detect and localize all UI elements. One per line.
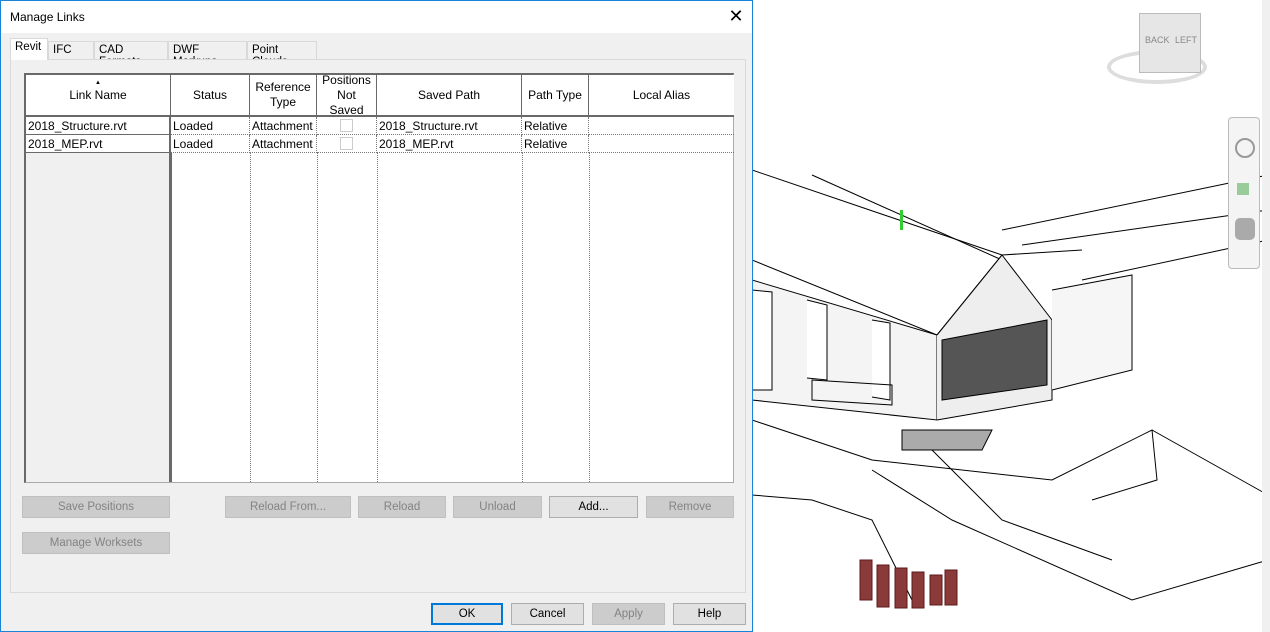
saved-path-cell: 2018_Structure.rvt [377,117,522,135]
status-cell: Loaded [171,135,250,153]
steering-wheel-icon[interactable] [1235,138,1255,158]
zoom-region-icon[interactable] [1237,183,1249,195]
title-bar: Manage Links ✕ [1,1,752,33]
dialog-title: Manage Links [10,10,85,24]
local-alias-cell [589,135,734,153]
viewcube[interactable]: BACK LEFT [1107,5,1217,95]
viewcube-left[interactable]: LEFT [1175,35,1197,45]
col-status[interactable]: Status [171,75,250,117]
remove-button[interactable]: Remove [646,496,734,518]
manage-links-dialog: Manage Links ✕ Revit IFC CAD Formats DWF… [0,0,753,632]
add-button[interactable]: Add... [549,496,638,518]
positions-not-saved-checkbox[interactable] [340,137,353,150]
positions-cell [317,135,377,153]
tab-ifc[interactable]: IFC [48,41,94,59]
col-positions-not-saved[interactable]: Positions Not Saved [317,73,377,117]
orbit-icon[interactable] [1235,218,1255,240]
unload-button[interactable]: Unload [453,496,542,518]
col-local-alias[interactable]: Local Alias [589,75,734,117]
status-cell: Loaded [171,117,250,135]
manage-worksets-button[interactable]: Manage Worksets [22,532,170,554]
reference-type-cell[interactable]: Attachment [250,117,317,135]
col-path-type[interactable]: Path Type [522,75,589,117]
tab-point-clouds[interactable]: Point Clouds [247,41,317,68]
col-link-name[interactable]: ▲ Link Name [26,75,171,117]
path-type-cell[interactable]: Relative [522,117,589,135]
save-positions-button[interactable]: Save Positions [22,496,170,518]
positions-not-saved-checkbox[interactable] [340,119,353,132]
apply-button[interactable]: Apply [592,603,665,625]
navigation-bar [1228,117,1260,269]
link-name-cell[interactable]: 2018_MEP.rvt [26,135,171,153]
col-reference-type[interactable]: Reference Type [250,75,317,117]
link-name-cell[interactable]: 2018_Structure.rvt [26,117,171,135]
tab-cad-formats[interactable]: CAD Formats [94,41,168,68]
saved-path-cell: 2018_MEP.rvt [377,135,522,153]
positions-cell [317,117,377,135]
3d-view-canvas[interactable]: BACK LEFT [752,0,1270,632]
reference-type-cell[interactable]: Attachment [250,135,317,153]
sort-ascending-icon: ▲ [95,80,101,86]
help-button[interactable]: Help [673,603,746,625]
reload-button[interactable]: Reload [358,496,446,518]
tab-dwf-markups[interactable]: DWF Markups [168,41,247,68]
path-type-cell[interactable]: Relative [522,135,589,153]
local-alias-cell [589,117,734,135]
reload-from-button[interactable]: Reload From... [225,496,351,518]
tab-revit[interactable]: Revit [10,38,48,60]
ok-button[interactable]: OK [431,603,503,625]
viewcube-back[interactable]: BACK [1145,35,1170,45]
cancel-button[interactable]: Cancel [511,603,584,625]
vertical-scrollbar[interactable] [1262,0,1270,632]
col-saved-path[interactable]: Saved Path [377,75,522,117]
links-table: ▲ Link Name Status Reference Type Positi… [24,73,734,483]
close-button[interactable]: ✕ [720,1,752,31]
